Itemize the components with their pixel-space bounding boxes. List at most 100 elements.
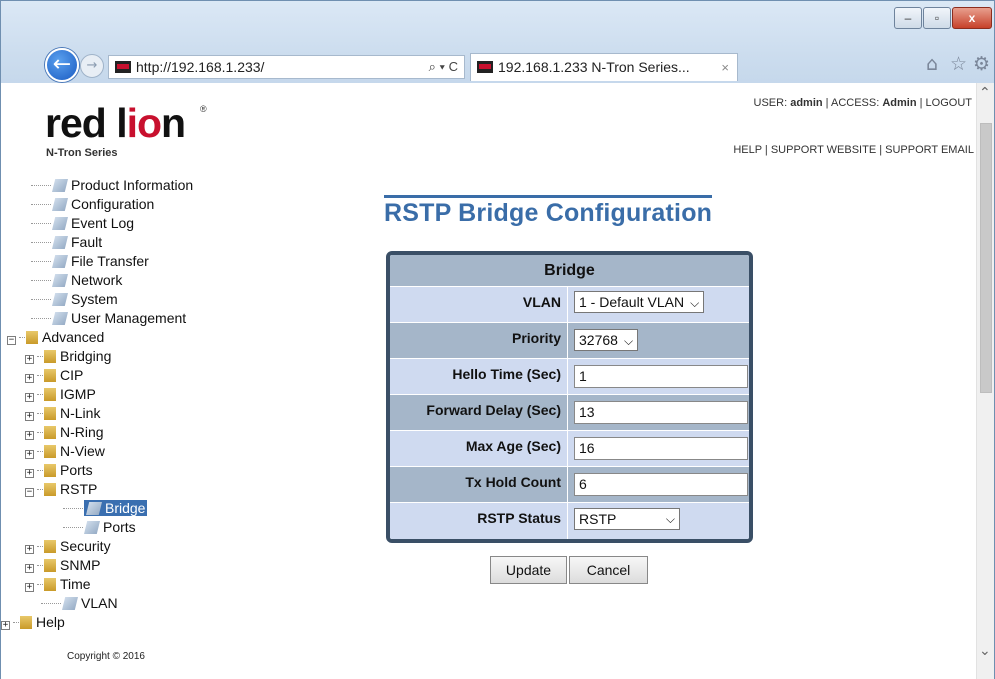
max-age-input[interactable]: 16 [574,437,748,460]
vertical-scrollbar[interactable]: ⌃ ⌄ [976,83,994,679]
tree-item-ports[interactable]: + Ports [25,461,93,480]
page-icon [84,521,100,534]
expand-icon[interactable]: + [1,621,10,630]
page-icon [52,236,68,249]
user-name: admin [790,97,823,109]
expand-icon[interactable]: + [25,355,34,364]
favorites-star-icon[interactable]: ☆ [950,53,967,75]
site-favicon-icon [115,61,131,74]
scroll-down-icon[interactable]: ⌄ [979,643,991,659]
forward-button[interactable]: → [80,54,104,78]
logo-wordmark: red lion [45,100,186,146]
tab-close-icon[interactable]: × [721,54,729,81]
table-row: Hello Time (Sec) 1 [390,359,749,395]
scroll-up-icon[interactable]: ⌃ [979,85,991,101]
maximize-button[interactable]: ▫ [923,7,951,29]
folder-icon [44,559,56,572]
scrollbar-thumb[interactable] [980,123,992,393]
tree-item-network[interactable]: Network [31,271,122,290]
tree-item-system[interactable]: System [31,290,118,309]
expand-icon[interactable]: + [25,374,34,383]
tree-item-file-transfer[interactable]: File Transfer [31,252,149,271]
tree-item-fault[interactable]: Fault [31,233,102,252]
tools-gear-icon[interactable]: ⚙ [973,53,990,75]
logout-link[interactable]: | LOGOUT [917,97,972,109]
tree-item-user-management[interactable]: User Management [31,309,186,328]
logo-registered-mark: ® [200,104,207,114]
expand-icon[interactable]: + [25,393,34,402]
forward-delay-input[interactable]: 13 [574,401,748,424]
user-info: USER: admin | ACCESS: Admin | LOGOUT [753,97,972,109]
folder-icon [44,578,56,591]
tree-item-product-information[interactable]: Product Information [31,176,193,195]
tree-item-rstp-bridge[interactable]: Bridge [63,499,148,518]
chevron-down-icon: ⌵ [623,334,634,348]
expand-icon[interactable]: + [25,450,34,459]
vlan-select[interactable]: 1 - Default VLAN ⌵ [574,291,705,313]
tree-item-time[interactable]: + Time [25,575,91,594]
collapse-icon[interactable]: − [7,336,16,345]
logo-subtitle: N-Tron Series [46,147,118,159]
hello-time-input[interactable]: 1 [574,365,748,388]
tab-favicon-icon [477,61,493,74]
tree-item-snmp[interactable]: + SNMP [25,556,100,575]
tab-title: 192.168.1.233 N-Tron Series... [498,59,690,75]
folder-icon [44,407,56,420]
expand-icon[interactable]: + [25,469,34,478]
chevron-down-icon: ⌵ [690,296,700,310]
home-icon[interactable]: ⌂ [926,53,938,75]
tree-item-event-log[interactable]: Event Log [31,214,134,233]
web-page: red lion ® N-Tron Series USER: admin | A… [1,83,976,679]
tree-item-igmp[interactable]: + IGMP [25,385,96,404]
folder-icon [44,369,56,382]
max-age-label: Max Age (Sec) [390,431,568,466]
bridge-config-table: Bridge VLAN 1 - Default VLAN ⌵ Priority 3… [386,251,753,543]
tree-item-security[interactable]: + Security [25,537,111,556]
close-window-button[interactable]: x [952,7,992,29]
access-level: Admin [882,97,917,109]
address-bar[interactable]: http://192.168.1.233/ ⌕ ▾ C [108,55,465,79]
forward-delay-label: Forward Delay (Sec) [390,395,568,430]
page-icon [52,198,68,211]
table-row: RSTP Status RSTP ⌵ [390,503,749,539]
collapse-icon[interactable]: − [25,488,34,497]
folder-icon [44,464,56,477]
tree-item-vlan[interactable]: VLAN [41,594,118,613]
minimize-button[interactable]: – [894,7,922,29]
expand-icon[interactable]: + [25,412,34,421]
priority-label: Priority [390,323,568,358]
expand-icon[interactable]: + [25,545,34,554]
folder-icon [44,350,56,363]
browser-tab[interactable]: 192.168.1.233 N-Tron Series... × [470,53,738,81]
folder-icon [44,540,56,553]
search-refresh-controls[interactable]: ⌕ ▾ C [429,56,458,78]
tree-item-help[interactable]: + Help [1,613,65,632]
tree-item-rstp-ports[interactable]: Ports [63,518,136,537]
tree-item-advanced[interactable]: − Advanced [7,328,104,347]
tree-item-rstp[interactable]: − RSTP [25,480,97,499]
tree-item-n-link[interactable]: + N-Link [25,404,100,423]
rstp-status-label: RSTP Status [390,503,568,539]
table-header: Bridge [390,255,749,287]
browser-titlebar: – ▫ x ← → http://192.168.1.233/ ⌕ ▾ C 19… [1,1,994,96]
cancel-button[interactable]: Cancel [569,556,648,584]
folder-open-icon [26,331,38,344]
page-title: RSTP Bridge Configuration [384,195,713,228]
back-button[interactable]: ← [45,48,79,82]
tree-item-n-ring[interactable]: + N-Ring [25,423,104,442]
tree-item-configuration[interactable]: Configuration [31,195,154,214]
tree-item-cip[interactable]: + CIP [25,366,83,385]
expand-icon[interactable]: + [25,564,34,573]
chevron-down-icon: ⌵ [665,512,675,526]
update-button[interactable]: Update [490,556,567,584]
tree-item-bridging[interactable]: + Bridging [25,347,111,366]
priority-select[interactable]: 32768 ⌵ [574,329,639,351]
rstp-status-select[interactable]: RSTP ⌵ [574,508,680,530]
expand-icon[interactable]: + [25,583,34,592]
folder-icon [44,388,56,401]
copyright-text: Copyright © 2016 [67,651,145,662]
tx-hold-count-input[interactable]: 6 [574,473,748,496]
help-links[interactable]: HELP | SUPPORT WEBSITE | SUPPORT EMAIL [733,144,974,156]
expand-icon[interactable]: + [25,431,34,440]
tree-item-n-view[interactable]: + N-View [25,442,105,461]
